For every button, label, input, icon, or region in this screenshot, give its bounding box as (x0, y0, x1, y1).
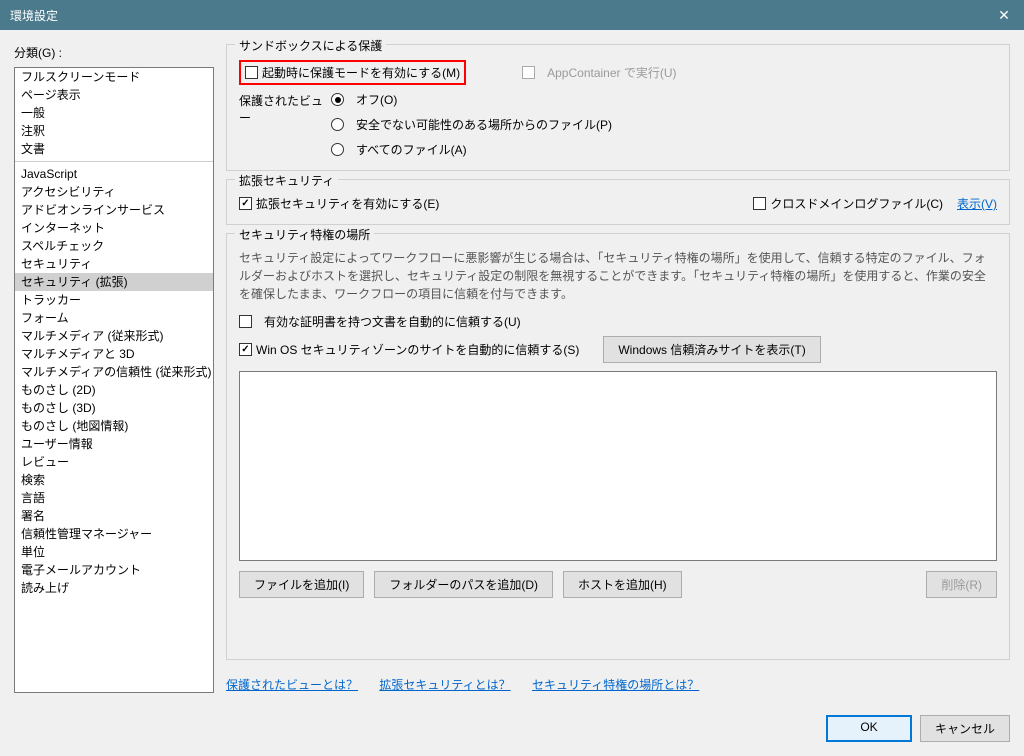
delete-button: 削除(R) (926, 571, 997, 598)
add-folder-button[interactable]: フォルダーのパスを追加(D) (374, 571, 553, 598)
privileged-group: セキュリティ特権の場所 セキュリティ設定によってワークフローに悪影響が生じる場合… (226, 233, 1010, 660)
sidebar-item[interactable]: 信頼性管理マネージャー (15, 525, 213, 543)
category-list[interactable]: フルスクリーンモードページ表示一般注釈文書 JavaScriptアクセシビリティア… (14, 67, 214, 693)
protected-view-unsafe-radio[interactable] (331, 118, 344, 131)
privileged-locations-list[interactable] (239, 371, 997, 561)
appcontainer-label: AppContainer で実行(U) (547, 64, 676, 81)
sidebar-item[interactable]: セキュリティ (拡張) (15, 273, 213, 291)
help-links-row: 保護されたビューとは？ 拡張セキュリティとは？ セキュリティ特権の場所とは？ (226, 676, 1010, 693)
sidebar-item[interactable]: トラッカー (15, 291, 213, 309)
add-file-button[interactable]: ファイルを追加(I) (239, 571, 364, 598)
trust-cert-label: 有効な証明書を持つ文書を自動的に信頼する(U) (264, 313, 521, 330)
sidebar-item[interactable]: JavaScript (15, 165, 213, 183)
privileged-locations-help-link[interactable]: セキュリティ特権の場所とは？ (532, 678, 699, 692)
show-trusted-sites-button[interactable]: Windows 信頼済みサイトを表示(T) (603, 336, 820, 363)
sidebar-item[interactable]: 言語 (15, 489, 213, 507)
dialog-footer: OK キャンセル (0, 707, 1024, 756)
sidebar-item[interactable]: 電子メールアカウント (15, 561, 213, 579)
privileged-group-title: セキュリティ特権の場所 (235, 226, 374, 243)
category-label: 分類(G) : (14, 44, 214, 61)
sidebar-item[interactable]: ページ表示 (15, 86, 213, 104)
protected-view-all-radio[interactable] (331, 143, 344, 156)
privileged-help-text: セキュリティ設定によってワークフローに悪影響が生じる場合は、「セキュリティ特権の… (239, 249, 997, 303)
enhanced-group-title: 拡張セキュリティ (235, 172, 338, 189)
enhanced-security-label: 拡張セキュリティを有効にする(E) (256, 195, 439, 212)
protected-view-label: 保護されたビュー (239, 91, 331, 126)
enhanced-security-help-link[interactable]: 拡張セキュリティとは？ (379, 678, 510, 692)
add-host-button[interactable]: ホストを追加(H) (563, 571, 682, 598)
sidebar-item[interactable]: 単位 (15, 543, 213, 561)
appcontainer-checkbox (522, 66, 535, 79)
trust-winos-label: Win OS セキュリティゾーンのサイトを自動的に信頼する(S) (256, 341, 579, 358)
enhanced-group: 拡張セキュリティ 拡張セキュリティを有効にする(E) クロスドメインログファイル… (226, 179, 1010, 225)
sandbox-group: サンドボックスによる保護 起動時に保護モードを有効にする(M) AppConta… (226, 44, 1010, 171)
sidebar-item[interactable]: ものさし (2D) (15, 381, 213, 399)
sidebar-item[interactable]: アクセシビリティ (15, 183, 213, 201)
sidebar-item[interactable]: 文書 (15, 140, 213, 158)
trust-winos-checkbox[interactable] (239, 343, 252, 356)
protected-view-help-link[interactable]: 保護されたビューとは？ (226, 678, 358, 692)
content-area: 分類(G) : フルスクリーンモードページ表示一般注釈文書JavaScriptア… (0, 30, 1024, 707)
sidebar-item[interactable]: 読み上げ (15, 579, 213, 597)
ok-button[interactable]: OK (826, 715, 912, 742)
sidebar-item[interactable]: マルチメディア (従来形式) (15, 327, 213, 345)
crossdomain-log-label: クロスドメインログファイル(C) (770, 195, 943, 212)
enhanced-security-checkbox[interactable] (239, 197, 252, 210)
sidebar-item[interactable]: 検索 (15, 471, 213, 489)
sidebar-item[interactable]: インターネット (15, 219, 213, 237)
sidebar-item[interactable]: ものさし (地図情報) (15, 417, 213, 435)
sidebar-item[interactable]: 署名 (15, 507, 213, 525)
sidebar-item[interactable]: フォーム (15, 309, 213, 327)
crossdomain-log-checkbox[interactable] (753, 197, 766, 210)
show-log-link[interactable]: 表示(V) (957, 195, 997, 212)
sidebar-item[interactable]: セキュリティ (15, 255, 213, 273)
trust-cert-checkbox[interactable] (239, 315, 252, 328)
protected-mode-checkbox[interactable] (245, 66, 258, 79)
sidebar-item[interactable]: 注釈 (15, 122, 213, 140)
sidebar-item[interactable]: フルスクリーンモード (15, 68, 213, 86)
sidebar-item[interactable]: スペルチェック (15, 237, 213, 255)
protected-view-all-label: すべてのファイル(A) (356, 141, 467, 158)
cancel-button[interactable]: キャンセル (920, 715, 1010, 742)
protected-view-unsafe-label: 安全でない可能性のある場所からのファイル(P) (356, 116, 612, 133)
right-panel: サンドボックスによる保護 起動時に保護モードを有効にする(M) AppConta… (226, 44, 1010, 693)
sidebar-item[interactable]: マルチメディアの信頼性 (従来形式) (15, 363, 213, 381)
separator (15, 161, 213, 162)
sidebar-item[interactable]: ものさし (3D) (15, 399, 213, 417)
sidebar-item[interactable]: 一般 (15, 104, 213, 122)
left-panel: 分類(G) : フルスクリーンモードページ表示一般注釈文書JavaScriptア… (14, 44, 214, 693)
preferences-window: 環境設定 ✕ 分類(G) : フルスクリーンモードページ表示一般注釈文書 Java… (0, 0, 1024, 756)
sidebar-item[interactable]: ユーザー情報 (15, 435, 213, 453)
sidebar-item[interactable]: マルチメディアと 3D (15, 345, 213, 363)
window-title: 環境設定 (10, 7, 58, 24)
protected-mode-highlight: 起動時に保護モードを有効にする(M) (239, 60, 466, 85)
sidebar-item[interactable]: アドビオンラインサービス (15, 201, 213, 219)
sidebar-item[interactable]: レビュー (15, 453, 213, 471)
protected-view-off-label: オフ(O) (356, 91, 397, 108)
sandbox-group-title: サンドボックスによる保護 (235, 37, 386, 54)
protected-mode-label: 起動時に保護モードを有効にする(M) (262, 64, 460, 81)
close-button[interactable]: ✕ (984, 0, 1024, 30)
protected-view-off-radio[interactable] (331, 93, 344, 106)
titlebar: 環境設定 ✕ (0, 0, 1024, 30)
